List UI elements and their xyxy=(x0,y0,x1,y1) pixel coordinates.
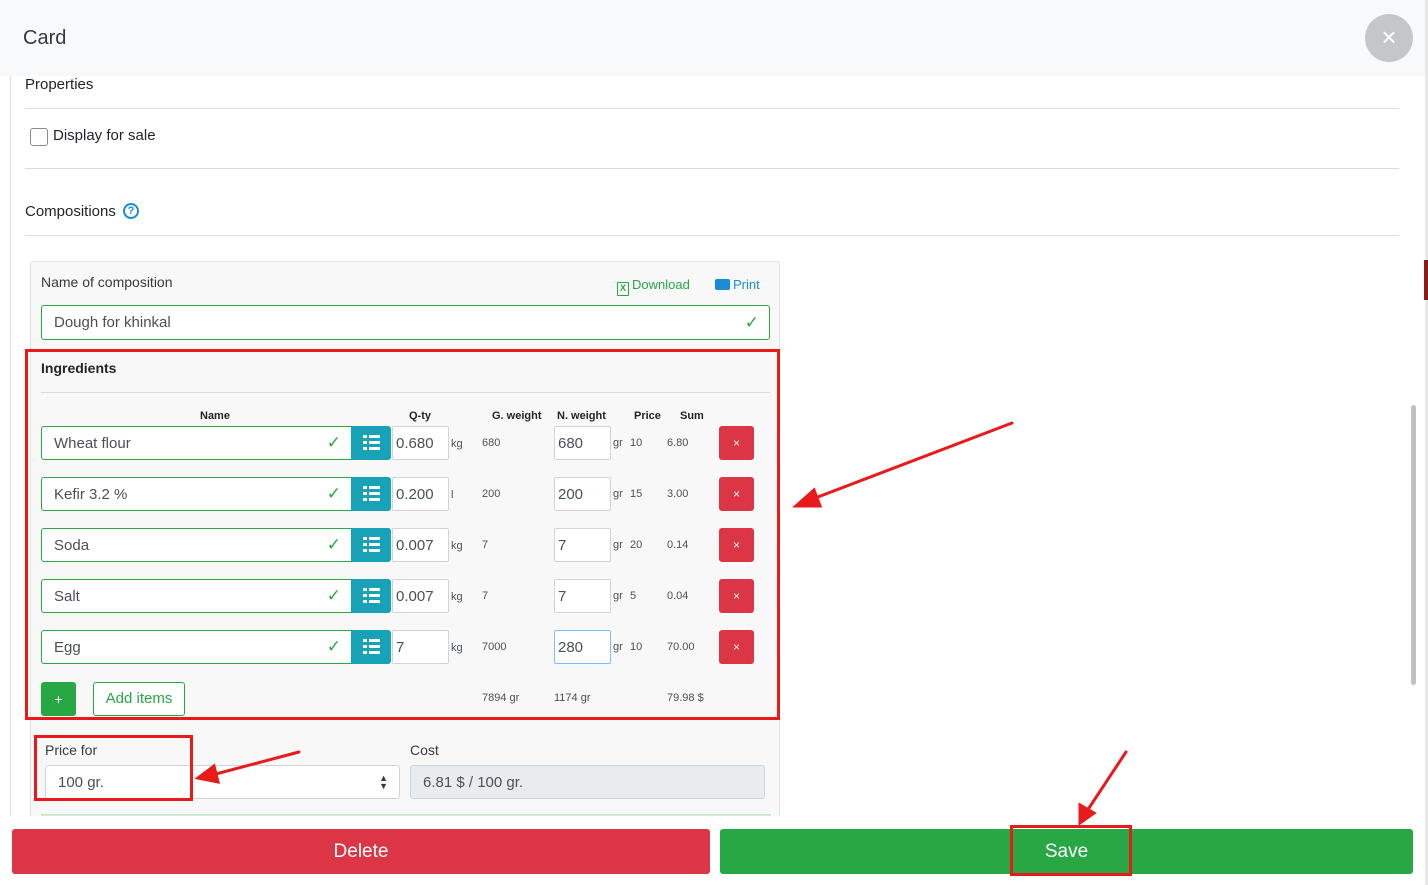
scrollbar-thumb[interactable] xyxy=(1411,405,1416,685)
help-icon[interactable]: ? xyxy=(123,203,139,219)
divider xyxy=(25,168,1399,169)
printer-icon xyxy=(715,279,730,290)
cost-label: Cost xyxy=(410,742,439,758)
display-for-sale-label: Display for sale xyxy=(53,127,156,144)
divider xyxy=(25,235,1399,236)
composition-name-label: Name of composition xyxy=(41,274,173,290)
compositions-heading: Compositions xyxy=(25,203,116,220)
annotation-box-price-for xyxy=(34,735,193,801)
download-label: Download xyxy=(632,277,690,292)
close-button[interactable]: × xyxy=(1365,14,1413,62)
composition-name-input[interactable]: Dough for khinkal ✓ xyxy=(41,305,770,340)
download-link[interactable]: X Download xyxy=(617,277,690,296)
cost-field: 6.81 $ / 100 gr. xyxy=(410,765,765,799)
composition-name-value: Dough for khinkal xyxy=(54,314,171,331)
annotation-box-ingredients xyxy=(25,349,780,720)
annotation-box-save xyxy=(1010,825,1132,876)
green-alert-strip xyxy=(41,814,771,816)
divider xyxy=(25,108,1399,109)
print-label: Print xyxy=(733,277,760,292)
properties-heading: Properties xyxy=(25,76,94,93)
cost-value: 6.81 $ / 100 gr. xyxy=(423,773,524,791)
dialog-title: Card xyxy=(23,27,67,49)
delete-button[interactable]: Delete xyxy=(12,829,710,874)
display-for-sale-checkbox[interactable] xyxy=(30,128,48,146)
print-link[interactable]: Print xyxy=(715,277,760,292)
check-icon: ✓ xyxy=(744,312,759,332)
window-edge-mark xyxy=(1424,260,1428,300)
select-arrow-icon: ▲ ▼ xyxy=(379,773,388,791)
excel-icon: X xyxy=(617,282,629,296)
dialog-header: Card × xyxy=(0,0,1428,76)
